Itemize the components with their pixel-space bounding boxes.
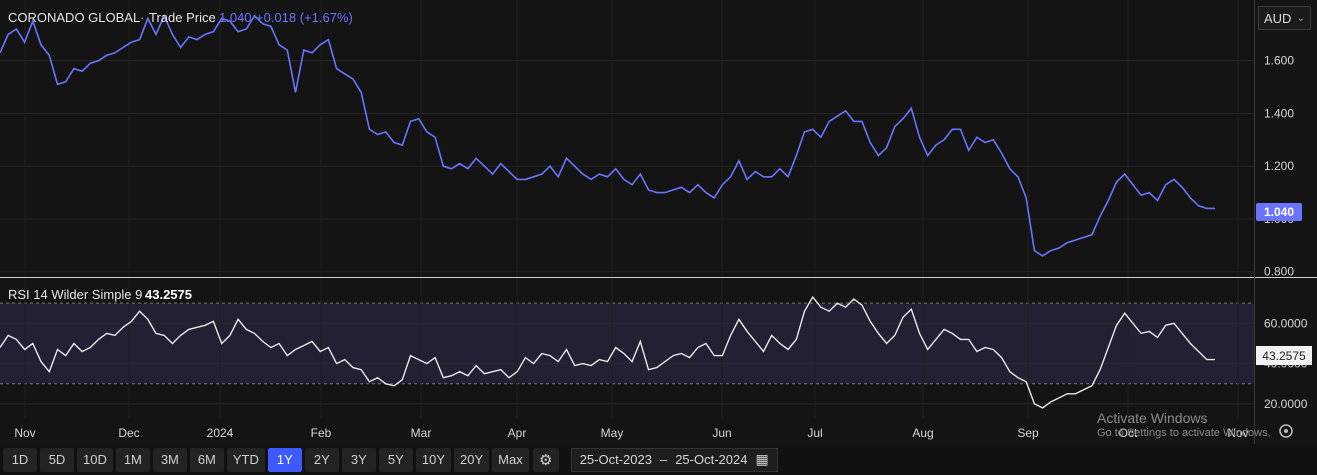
svg-text:1.040: 1.040 [1264, 205, 1294, 219]
watermark-title: Activate Windows [1097, 410, 1208, 426]
reset-zoom-icon[interactable] [1275, 422, 1297, 442]
x-tick-label: Apr [508, 426, 527, 440]
price-tick-label: 1.600 [1264, 54, 1294, 68]
price-line [0, 13, 1215, 257]
price-tick-label: 1.200 [1264, 159, 1294, 173]
calendar-icon: ▦ [755, 451, 769, 467]
x-tick-label: Aug [912, 426, 933, 440]
x-tick-label: Jul [807, 426, 822, 440]
range-button-10y[interactable]: 10Y [415, 447, 451, 472]
watermark-subtitle: Go to Settings to activate Windows. [1097, 427, 1271, 439]
range-button-2y[interactable]: 2Y [304, 447, 339, 472]
range-button-max[interactable]: Max [492, 447, 529, 472]
range-button-3y[interactable]: 3Y [341, 447, 376, 472]
range-toolbar: 1D 5D 10D 1M 3M 6M YTD 1Y 2Y 3Y 5Y 10Y 2… [0, 444, 1317, 475]
activate-windows-watermark: Activate Windows Go to Settings to activ… [1097, 411, 1271, 441]
x-tick-label: Sep [1017, 426, 1039, 440]
date-from: 25-Oct-2023 [579, 452, 652, 467]
header-change: +0.018 (+1.67%) [256, 10, 353, 25]
header-price: 1.040 [219, 10, 252, 25]
x-tick-label: 2024 [207, 426, 234, 440]
settings-button[interactable]: ⚙ [532, 447, 559, 472]
rsi-label: RSI 14 Wilder Simple 9 [8, 287, 142, 302]
range-button-5y[interactable]: 5Y [378, 447, 413, 472]
rsi-band [0, 302, 1254, 385]
range-button-6m[interactable]: 6M [189, 447, 224, 472]
rsi-value: 43.2575 [145, 287, 192, 302]
svg-text:43.2575: 43.2575 [1262, 349, 1306, 363]
price-gridlines [0, 60, 1254, 273]
range-button-3m[interactable]: 3M [152, 447, 187, 472]
header-separator: · [140, 10, 144, 25]
range-button-ytd[interactable]: YTD [226, 447, 265, 472]
target-icon [1279, 424, 1293, 438]
range-button-1d[interactable]: 1D [3, 447, 37, 472]
x-tick-label: Feb [311, 426, 332, 440]
range-button-1y[interactable]: 1Y [267, 447, 302, 472]
x-tick-label: Dec [118, 426, 139, 440]
date-range-picker[interactable]: 25-Oct-2023 – 25-Oct-2024 ▦ [570, 447, 778, 472]
currency-value: AUD [1264, 10, 1292, 26]
header-price-label: Trade Price [149, 10, 216, 25]
date-to: 25-Oct-2024 [675, 452, 748, 467]
chart: 0.8001.0001.2001.4001.600 20.000040.0000… [0, 0, 1317, 444]
range-button-10d[interactable]: 10D [77, 447, 113, 472]
last-price-badge: 1.040 [1256, 203, 1302, 221]
range-button-20y[interactable]: 20Y [454, 447, 490, 472]
price-y-axis: 0.8001.0001.2001.4001.600 [1264, 54, 1294, 279]
x-tick-label: Jun [712, 426, 731, 440]
date-separator: – [659, 452, 668, 467]
rsi-band-fill [0, 303, 1254, 384]
header-ticker: CORONADO GLOBAL [8, 10, 140, 25]
price-tick-label: 1.400 [1264, 106, 1294, 120]
currency-select[interactable]: AUD ⌄ [1258, 6, 1311, 30]
price-tick-label: 0.800 [1264, 265, 1294, 279]
rsi-tick-label: 20.0000 [1264, 397, 1308, 411]
rsi-tick-label: 60.0000 [1264, 316, 1308, 330]
x-tick-label: Nov [14, 426, 35, 440]
range-button-5d[interactable]: 5D [40, 447, 74, 472]
x-tick-label: Mar [411, 426, 432, 440]
rsi-value-badge: 43.2575 [1256, 346, 1312, 365]
chevron-down-icon: ⌄ [1296, 12, 1305, 24]
x-tick-label: May [601, 426, 624, 440]
x-axis: Nov Dec 2024 Feb Mar Apr May Jun Jul Aug Sep Oct Nov [14, 426, 1248, 440]
range-button-1m[interactable]: 1M [115, 447, 150, 472]
gear-icon: ⚙ [538, 451, 553, 469]
